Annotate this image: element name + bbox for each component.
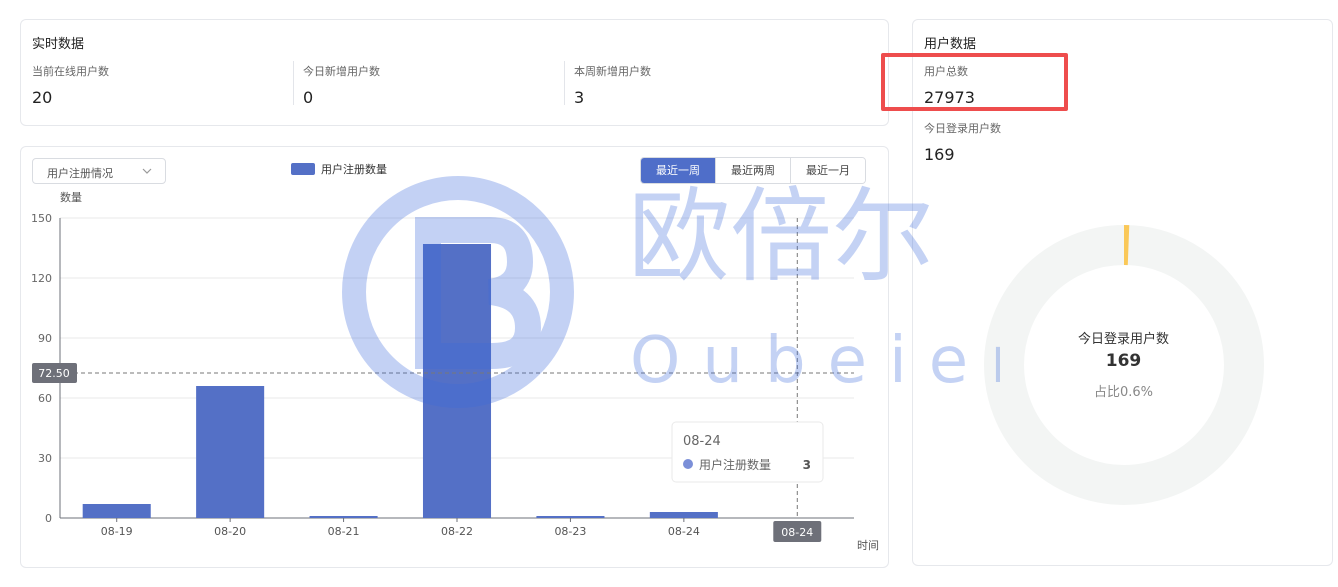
crosshair-x-label: 08-24 [781,526,813,539]
registration-chart-card: 用户注册情况 用户注册数量 最近一周 最近两周 最近一月 0 30 60 90 120 1… [20,146,889,568]
realtime-card: 实时数据 当前在线用户数 20 今日新增用户数 0 本周新增用户数 3 [20,19,889,126]
x-axis-title: 时间 [857,539,879,552]
bar-chart: 0 30 60 90 120 150 数量时间 08-19 08-20 08-21 08-22 08-… [31,191,879,552]
tooltip: 08-24 用户注册数量 3 [671,421,824,483]
x-tick-label: 08-23 [554,525,586,538]
y-tick-label: 150 [31,212,52,225]
realtime-title: 实时数据 [32,37,85,52]
x-tick-label: 08-20 [214,525,246,538]
donut-center-value: 169 [1105,351,1142,371]
stat-label: 今日新增用户数 [303,65,380,78]
stat-divider [564,61,565,105]
tooltip-marker [683,459,693,469]
stat-value: 20 [32,88,53,107]
bar-08-22 [422,244,492,518]
donut-center-label: 今日登录用户数 [1077,332,1169,347]
tooltip-title: 08-24 [683,434,721,449]
tooltip-box [671,421,824,483]
stat-label: 本周新增用户数 [574,65,651,78]
stat-new-users-today: 今日新增用户数 0 [303,63,380,107]
bar-08-23 [536,516,605,518]
x-tick-label: 08-22 [441,525,473,538]
stat-new-users-week: 本周新增用户数 3 [574,63,651,107]
stat-divider [293,61,294,105]
bar-08-20 [196,386,265,518]
bar-08-19 [82,504,151,518]
y-tick-label: 0 [45,512,52,525]
y-tick-label: 90 [38,332,52,345]
highlight-annotation-box [881,53,1068,111]
y-axis-title: 数量 [60,191,82,204]
tooltip-series-name: 用户注册数量 [699,457,771,472]
bar-08-24 [649,512,718,518]
y-tick-label: 120 [31,272,52,285]
x-tick-label: 08-24 [668,525,700,538]
stat-label: 当前在线用户数 [32,65,109,78]
y-tick-label: 60 [38,392,52,405]
x-tick-label: 08-21 [328,525,360,538]
crosshair-y-label: 72.50 [38,367,70,380]
donut-center-ratio: 占比0.6% [1093,385,1154,400]
x-tick-label: 08-19 [101,525,133,538]
y-tick-label: 30 [38,452,52,465]
stat-online-users: 当前在线用户数 20 [32,63,109,107]
stat-value: 0 [303,88,314,107]
tooltip-value: 3 [803,458,811,472]
stat-value: 3 [574,88,585,107]
bar-08-21 [309,516,378,518]
